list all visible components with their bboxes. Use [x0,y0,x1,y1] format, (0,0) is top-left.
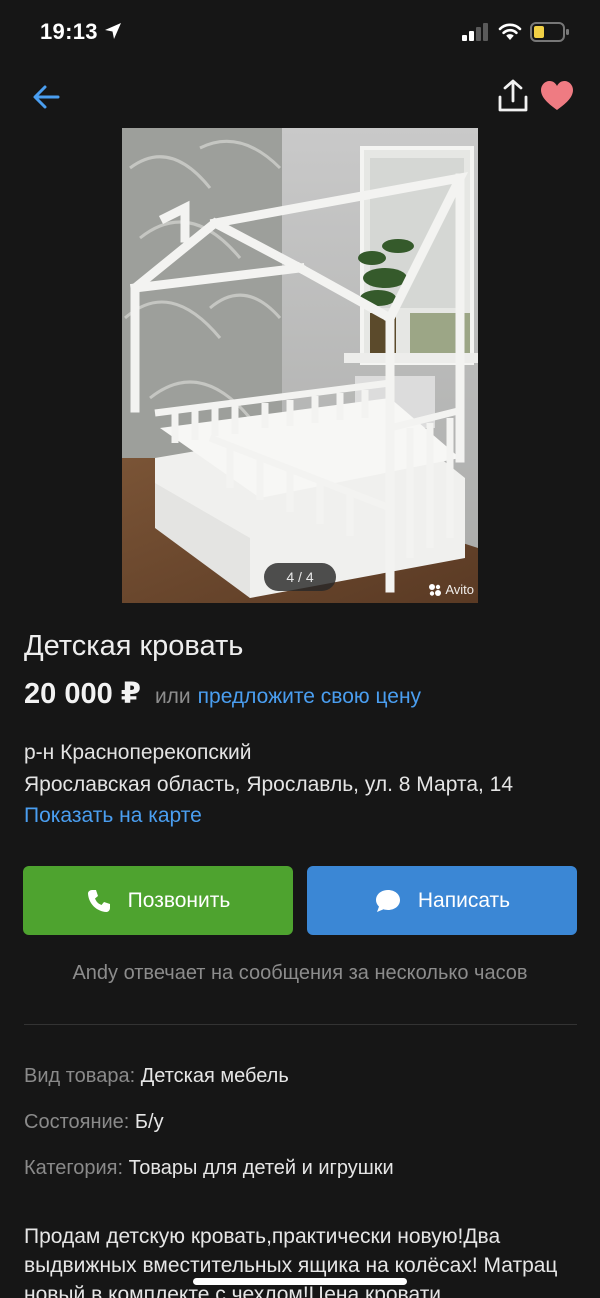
call-button-label: Позвонить [127,888,231,912]
battery-icon [530,22,569,42]
show-on-map-link[interactable]: Показать на карте [24,804,202,828]
nav-bar [0,64,600,128]
share-icon[interactable] [496,78,530,114]
price-or-text: или [154,685,191,708]
listing-photo[interactable] [0,128,600,603]
listing-price: 20 000 ₽ [24,678,141,710]
wifi-icon [498,23,522,40]
param-category: Категория: Товары для детей и игрушки [24,1157,394,1180]
listing-screen: 19:13 4 / 4 Avito Детская кровать 20 000… [0,0,600,1298]
back-arrow-icon[interactable] [30,80,64,114]
photo-counter: 4 / 4 [264,563,336,591]
call-button[interactable]: Позвонить [23,866,293,935]
status-time: 19:13 [40,19,98,44]
param-value: Товары для детей и игрушки [128,1157,394,1179]
param-condition: Состояние: Б/у [24,1111,164,1134]
offer-price-link[interactable]: предложите свою цену [198,685,421,709]
status-bar: 19:13 [0,0,600,64]
param-key: Категория: [24,1157,124,1179]
chat-bubble-icon [375,889,400,912]
avito-logo-icon [429,583,442,596]
location-arrow-icon [105,23,121,39]
param-item-type: Вид товара: Детская мебель [24,1065,289,1088]
write-message-button[interactable]: Написать [307,866,577,935]
seller-response-note: Andy отвечает на сообщения за несколько … [72,962,528,984]
param-value: Детская мебель [140,1065,289,1087]
listing-description: Продам детскую кровать,практически новую… [24,1225,558,1298]
photo-gallery[interactable]: 4 / 4 Avito [0,128,600,603]
write-button-label: Написать [417,888,511,912]
param-key: Вид товара: [24,1065,136,1087]
avito-watermark-label: Avito [445,582,474,597]
avito-watermark: Avito [428,582,474,597]
param-value: Б/у [134,1111,164,1133]
listing-title: Детская кровать [24,630,244,662]
cellular-signal-icon [462,23,488,41]
listing-district: р-н Красноперекопский [24,741,252,764]
phone-icon [87,889,110,912]
price-row: 20 000 ₽ или предложите свою цену [24,676,421,711]
favorite-heart-icon[interactable] [540,80,574,112]
listing-address: Ярославская область, Ярославль, ул. 8 Ма… [24,773,514,796]
section-divider [24,1024,577,1025]
param-key: Состояние: [24,1111,130,1133]
home-indicator[interactable] [193,1278,407,1285]
